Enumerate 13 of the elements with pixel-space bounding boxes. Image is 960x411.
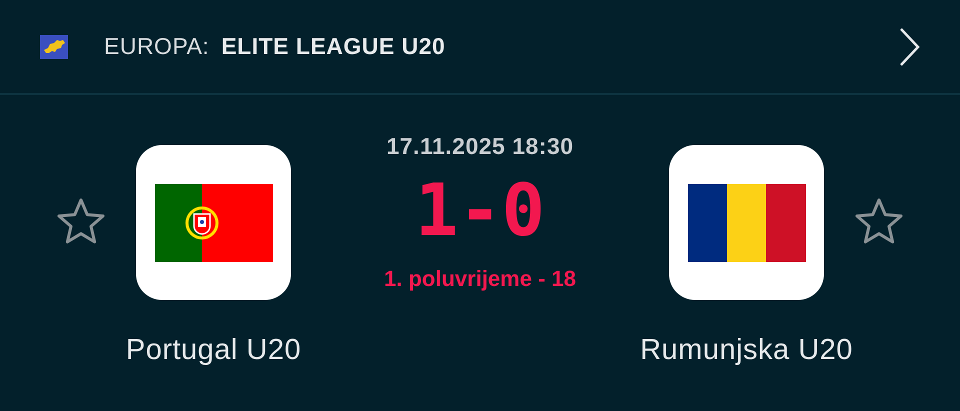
competition-title: ELITE LEAGUE U20 <box>221 33 446 60</box>
region-label: EUROPA: <box>104 33 210 60</box>
flag-icon <box>154 184 272 262</box>
match-status: 1. poluvrijeme - 18 <box>384 266 576 292</box>
favorite-star-button[interactable] <box>854 197 904 245</box>
chevron-right-icon[interactable] <box>898 26 920 66</box>
europe-flag-icon <box>40 34 68 58</box>
favorite-star-button[interactable] <box>56 197 106 245</box>
flag-icon <box>688 184 806 262</box>
match-score: 1-0 <box>414 174 546 246</box>
team-name: Rumunjska U20 <box>640 334 853 367</box>
match-datetime: 17.11.2025 18:30 <box>386 133 574 160</box>
team-name: Portugal U20 <box>126 334 302 367</box>
